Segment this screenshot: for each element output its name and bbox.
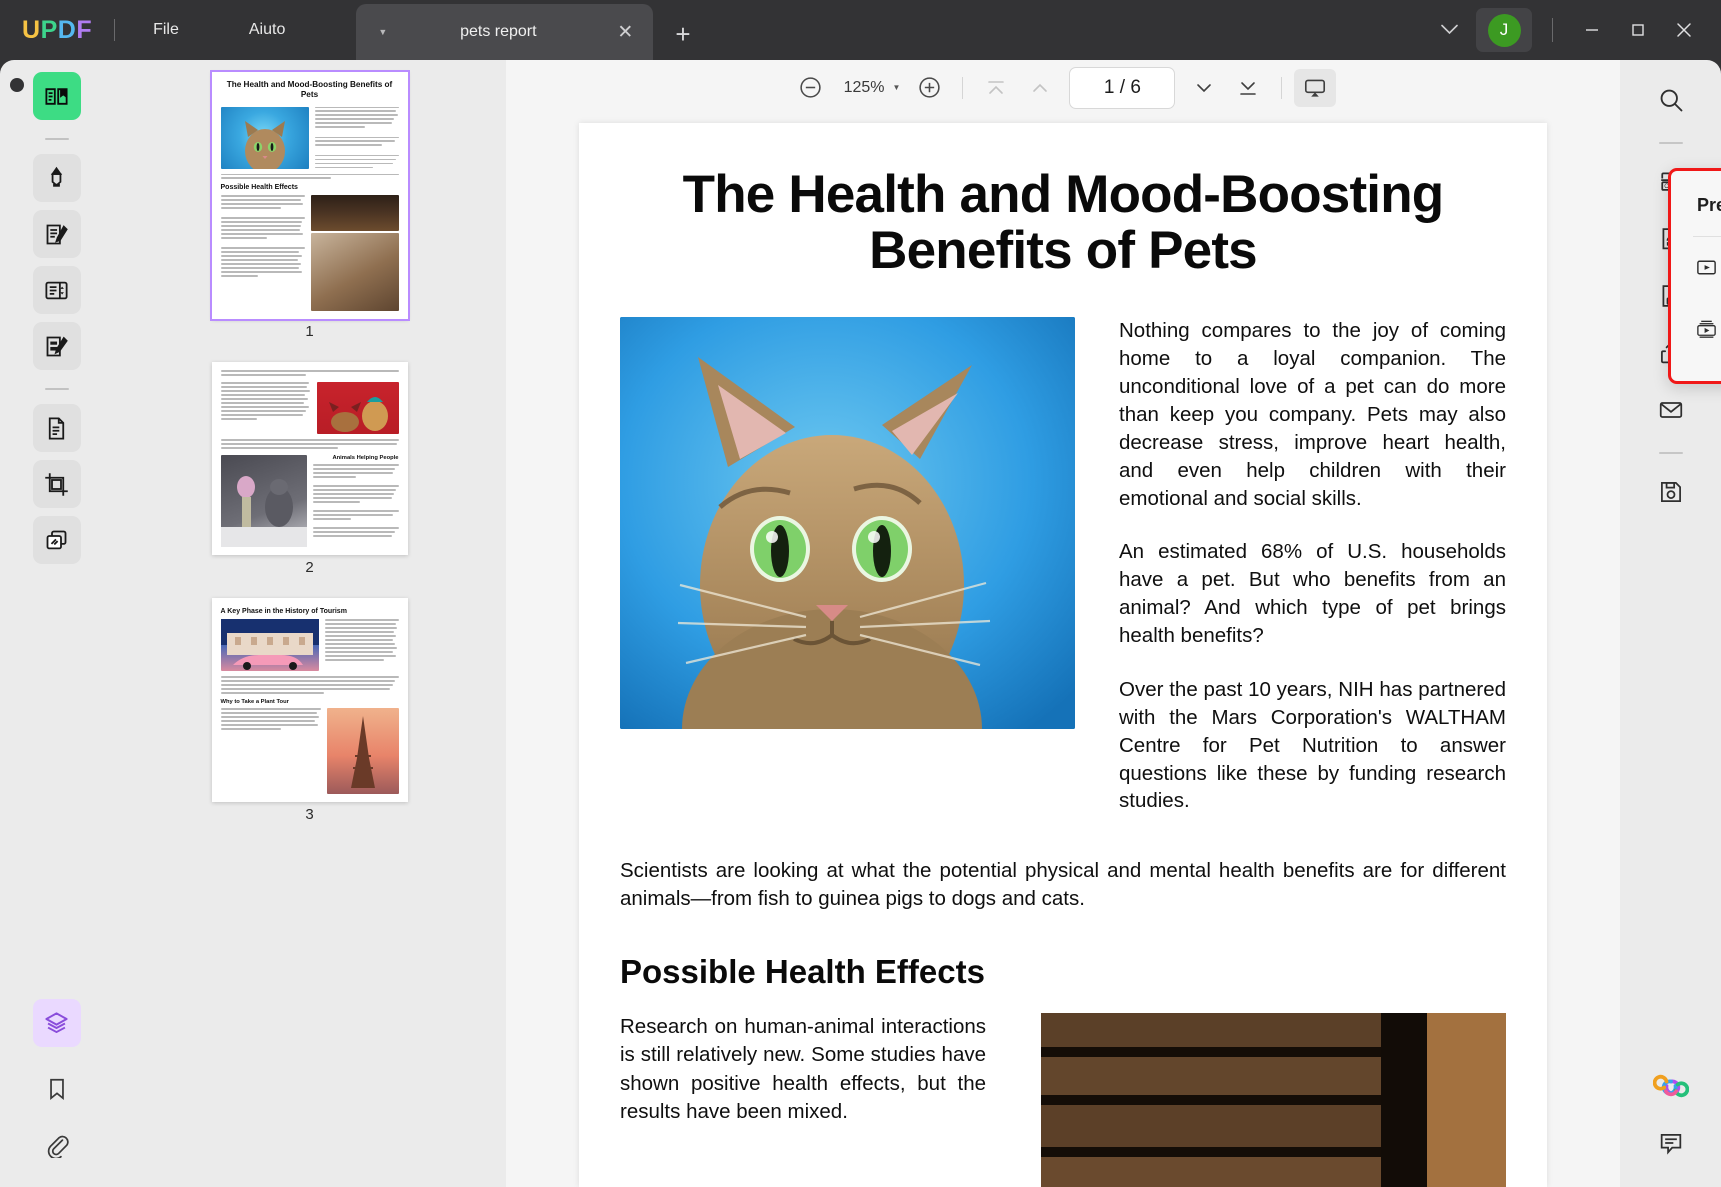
next-page-button[interactable] xyxy=(1183,69,1225,107)
thumb-1-image-cat xyxy=(221,107,309,169)
zoom-in-button[interactable] xyxy=(908,69,950,107)
thumb-3-heading: Why to Take a Plant Tour xyxy=(221,699,399,705)
thumbnail-panel[interactable]: The Health and Mood-Boosting Benefits of… xyxy=(113,60,506,1187)
present-from-current[interactable]: Dalla diapositiva corrente xyxy=(1671,303,1721,361)
email-button[interactable] xyxy=(1647,386,1695,434)
thumb-2-content: Animals Helping People xyxy=(212,362,408,555)
sidebar-item-highlight[interactable] xyxy=(33,154,81,202)
sidebar-item-form[interactable] xyxy=(33,266,81,314)
thumbnail-page-3[interactable]: A Key Phase in the History of Tourism xyxy=(212,598,408,802)
thumb-2-heading: Animals Helping People xyxy=(313,455,399,461)
maximize-button[interactable] xyxy=(1615,0,1661,60)
logo-letter-p: P xyxy=(41,16,58,45)
page-bottom-block: Research on human-animal interactions is… xyxy=(620,1013,1506,1187)
page-paragraph-1: Nothing compares to the joy of coming ho… xyxy=(1119,317,1506,512)
zoom-dropdown-caret-icon[interactable]: ▼ xyxy=(893,83,907,92)
titlebar-chevron-down-icon[interactable] xyxy=(1423,22,1476,39)
page-image-cat xyxy=(620,317,1075,729)
thumb-3-title: A Key Phase in the History of Tourism xyxy=(221,608,399,615)
logo-letter-f: F xyxy=(76,16,92,45)
rail-indicator-dot xyxy=(10,78,24,92)
window-controls-group: J xyxy=(1423,0,1721,60)
page-paragraph-2: An estimated 68% of U.S. households have… xyxy=(1119,538,1506,650)
sidebar-item-edit[interactable] xyxy=(33,210,81,258)
page-text-column: Nothing compares to the joy of coming ho… xyxy=(1119,317,1506,841)
presentation-button[interactable] xyxy=(1294,69,1336,107)
title-bar: U P D F File Aiuto ▼ pets report ✕ + J xyxy=(0,0,1721,60)
page-section-heading: Possible Health Effects xyxy=(620,953,1506,991)
sidebar-item-sign[interactable] xyxy=(33,322,81,370)
thumbnail-page-1[interactable]: The Health and Mood-Boosting Benefits of… xyxy=(212,72,408,319)
window-controls-divider xyxy=(1552,18,1553,42)
menu-file[interactable]: File xyxy=(137,15,195,45)
comment-button[interactable] xyxy=(1647,1119,1695,1167)
sidebar-item-attachment[interactable] xyxy=(33,1121,81,1169)
updf-application-window: U P D F File Aiuto ▼ pets report ✕ + J xyxy=(0,0,1721,1187)
zoom-level-label[interactable]: 125% xyxy=(834,79,895,97)
sidebar-item-bookmark[interactable] xyxy=(33,1065,81,1113)
present-from-start[interactable]: Dall'inizio xyxy=(1671,241,1721,299)
page-indicator[interactable]: 1 / 6 xyxy=(1069,67,1175,109)
logo-letter-u: U xyxy=(22,16,41,45)
save-button[interactable] xyxy=(1647,468,1695,516)
page-paragraph-3: Over the past 10 years, NIH has partnere… xyxy=(1119,676,1506,815)
close-button[interactable] xyxy=(1661,0,1707,60)
presentation-popup-divider xyxy=(1693,236,1721,237)
ai-assistant-button[interactable] xyxy=(1647,1062,1695,1110)
thumb-1-number: 1 xyxy=(305,323,313,340)
thumb-1-text-col xyxy=(315,107,399,169)
search-button[interactable] xyxy=(1647,76,1695,124)
left-tool-rail xyxy=(0,60,113,1187)
zoom-out-button[interactable] xyxy=(790,69,832,107)
sidebar-item-batch[interactable] xyxy=(33,516,81,564)
previous-page-button[interactable] xyxy=(1019,69,1061,107)
document-toolbar: 125% ▼ 1 / 6 xyxy=(506,60,1620,115)
application-body: The Health and Mood-Boosting Benefits of… xyxy=(0,60,1721,1187)
minimize-button[interactable] xyxy=(1569,0,1615,60)
thumb-1-heading: Possible Health Effects xyxy=(221,184,399,191)
tab-close-icon[interactable]: ✕ xyxy=(617,21,633,44)
right-rail-divider-2 xyxy=(1659,452,1683,454)
tab-title: pets report xyxy=(379,23,617,41)
toolbar-divider xyxy=(962,77,963,99)
pdf-page-1: The Health and Mood-Boosting Benefits of… xyxy=(579,123,1547,1187)
sidebar-item-layers[interactable] xyxy=(33,999,81,1047)
toolbar-divider-2 xyxy=(1281,77,1282,99)
sidebar-item-reader[interactable] xyxy=(33,72,81,120)
rail-divider-1 xyxy=(45,138,69,140)
play-from-start-icon xyxy=(1695,256,1718,284)
right-rail-divider-1 xyxy=(1659,142,1683,144)
sidebar-item-crop[interactable] xyxy=(33,460,81,508)
play-current-slide-icon xyxy=(1695,318,1718,346)
page-title: The Health and Mood-Boosting Benefits of… xyxy=(620,167,1506,279)
logo-letter-d: D xyxy=(58,16,77,45)
page-two-column-block: Nothing compares to the joy of coming ho… xyxy=(620,317,1506,841)
thumb-1-title: The Health and Mood-Boosting Benefits of… xyxy=(221,80,399,101)
page-wide-paragraph: Scientists are looking at what the poten… xyxy=(620,857,1506,913)
account-button[interactable]: J xyxy=(1476,8,1532,52)
thumb-3-number: 3 xyxy=(305,806,313,823)
menu-aiuto[interactable]: Aiuto xyxy=(233,15,301,45)
thumb-1-content: The Health and Mood-Boosting Benefits of… xyxy=(212,72,408,319)
last-page-button[interactable] xyxy=(1227,69,1269,107)
thumb-1-image-col xyxy=(311,195,399,311)
document-tab[interactable]: ▼ pets report ✕ xyxy=(356,4,653,60)
sidebar-item-pages[interactable] xyxy=(33,404,81,452)
thumb-2-number: 2 xyxy=(305,559,313,576)
page-section-paragraph: Research on human-animal interactions is… xyxy=(620,1013,986,1187)
page-image-dog-cat xyxy=(1041,1013,1506,1187)
first-page-button[interactable] xyxy=(975,69,1017,107)
rail-divider-2 xyxy=(45,388,69,390)
thumbnail-page-2[interactable]: Animals Helping People xyxy=(212,362,408,555)
presentation-popup: Presentazione Dall'inizio xyxy=(1668,168,1721,384)
document-area: 125% ▼ 1 / 6 xyxy=(506,60,1620,1187)
titlebar-divider xyxy=(114,19,115,41)
thumb-3-content: A Key Phase in the History of Tourism xyxy=(212,598,408,802)
page-canvas[interactable]: The Health and Mood-Boosting Benefits of… xyxy=(506,115,1620,1187)
presentation-popup-title: Presentazione xyxy=(1671,171,1721,216)
updf-logo: U P D F xyxy=(22,16,92,45)
new-tab-button[interactable]: + xyxy=(675,19,690,50)
thumb-1-text-col2 xyxy=(221,195,305,311)
avatar: J xyxy=(1488,14,1521,47)
